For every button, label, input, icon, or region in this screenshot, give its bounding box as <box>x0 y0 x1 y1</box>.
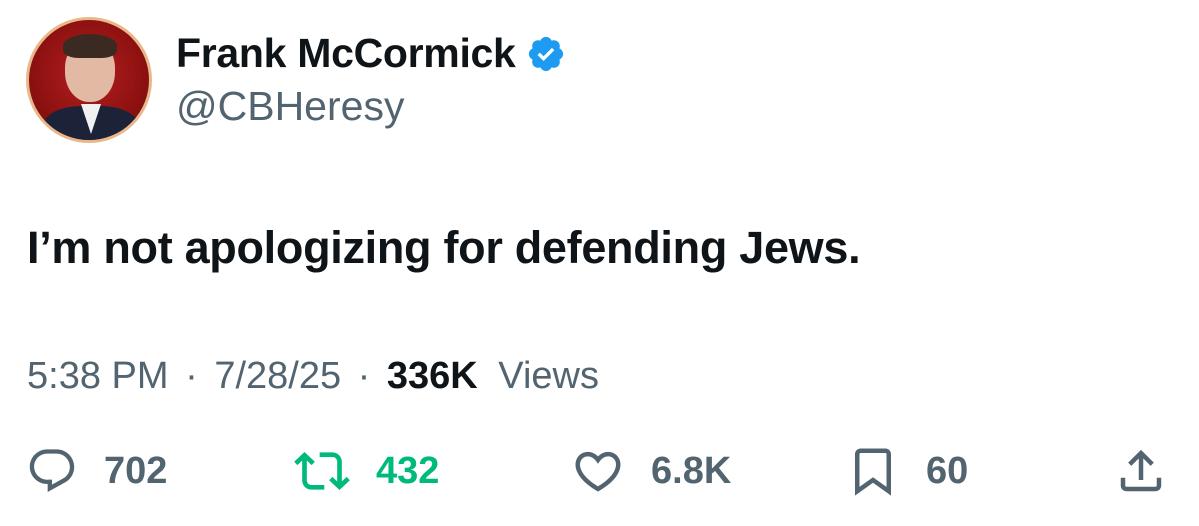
tweet-date[interactable]: 7/28/25 <box>214 355 341 397</box>
author-display-name[interactable]: Frank McCormick <box>176 30 516 77</box>
author-handle[interactable]: @CBHeresy <box>176 83 566 130</box>
reply-count: 702 <box>104 449 168 492</box>
share-icon <box>1114 444 1168 498</box>
bookmark-button[interactable]: 60 <box>846 441 968 501</box>
tweet-header: Frank McCormick @CBHeresy <box>26 17 566 143</box>
reply-icon <box>26 445 78 497</box>
author-info: Frank McCormick @CBHeresy <box>176 30 566 130</box>
tweet-meta: 5:38 PM · 7/28/25 · 336K Views <box>27 355 599 398</box>
bookmark-icon <box>846 444 900 498</box>
retweet-count: 432 <box>376 449 440 492</box>
like-count: 6.8K <box>651 449 732 492</box>
meta-separator: · <box>185 355 198 397</box>
like-button[interactable]: 6.8K <box>571 441 731 501</box>
retweet-button[interactable]: 432 <box>294 441 439 501</box>
meta-separator: · <box>357 355 371 397</box>
views-label: Views <box>498 355 599 397</box>
tweet-card: Frank McCormick @CBHeresy I’m not apolog… <box>0 0 1199 526</box>
tweet-text: I’m not apologizing for defending Jews. <box>27 222 861 273</box>
tweet-time[interactable]: 5:38 PM <box>27 355 169 397</box>
name-row: Frank McCormick <box>176 30 566 77</box>
views-count: 336K <box>386 355 478 397</box>
verified-badge-icon[interactable] <box>526 34 566 74</box>
reply-button[interactable]: 702 <box>26 441 167 501</box>
avatar[interactable] <box>26 17 152 143</box>
share-button[interactable] <box>1114 441 1168 501</box>
action-bar: 702 432 6.8K 60 <box>26 441 1172 501</box>
retweet-icon <box>294 443 350 499</box>
bookmark-count: 60 <box>926 449 969 492</box>
heart-icon <box>571 444 625 498</box>
